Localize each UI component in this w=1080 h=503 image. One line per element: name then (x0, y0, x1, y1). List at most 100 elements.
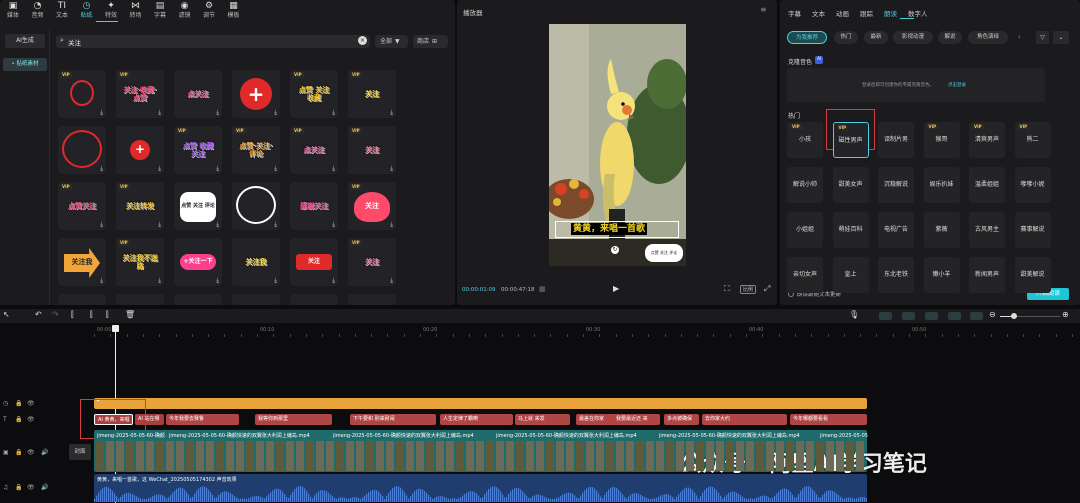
sticker-item[interactable]: ⤓ +关注一下 (174, 238, 222, 286)
voice-item[interactable]: VIP 小孩 (787, 122, 823, 158)
sticker-item[interactable]: ⤓ (232, 182, 280, 230)
download-icon[interactable]: ⤓ (216, 278, 219, 284)
store-button[interactable]: 商店 ⊞ (413, 35, 448, 48)
sticker-item[interactable] (116, 294, 164, 305)
download-icon[interactable]: ⤓ (216, 110, 219, 116)
delete-icon[interactable]: 🗑 (125, 310, 135, 319)
download-icon[interactable]: ⤓ (158, 278, 161, 284)
sticker-item[interactable]: ⤓ 关注我 (58, 238, 106, 286)
voice-item[interactable]: 甜美解说 (1014, 257, 1051, 293)
sticker-item[interactable]: VIP ⤓ 点赞 关注 收藏 (290, 70, 338, 118)
voice-item[interactable]: 译制片男 (878, 122, 914, 158)
sticker-item[interactable]: VIP ⤓ 点赞·关注·评论 (232, 126, 280, 174)
download-icon[interactable]: ⤓ (390, 278, 393, 284)
download-icon[interactable]: ⤓ (100, 222, 103, 228)
overlay-sticker[interactable]: 点赞 关注 评论 (645, 244, 683, 262)
download-icon[interactable]: ⤓ (274, 166, 277, 172)
caption-clip[interactable]: 今年我要去赛鲁 (166, 414, 239, 425)
fullscreen-icon[interactable]: ⤢ (764, 284, 770, 294)
voice-item[interactable]: 赛事解说 (1014, 212, 1051, 248)
track-lock-icon[interactable]: 🔒 (15, 416, 22, 423)
sticker-item[interactable] (174, 294, 222, 305)
toolbar-sticker-button[interactable]: ◷ 贴纸 (76, 2, 98, 19)
sticker-item[interactable]: VIP ⤓ 点赞 收藏 关注 (174, 126, 222, 174)
undo-icon[interactable]: ↶ (35, 310, 42, 319)
voice-item[interactable]: 电视广告 (878, 212, 914, 248)
sticker-item[interactable]: ⤓ + (232, 70, 280, 118)
download-icon[interactable]: ⤓ (390, 222, 393, 228)
voice-filter-chip[interactable]: 角色演绎 (968, 31, 1008, 44)
sticker-item[interactable] (348, 294, 396, 305)
link-main-icon[interactable] (879, 312, 892, 320)
voice-item[interactable]: 紫薇 (923, 212, 960, 248)
voice-item[interactable]: VIP 磁性男声 (832, 122, 869, 158)
zoom-in-icon[interactable]: ⊕ (1062, 310, 1069, 319)
voice-filter-chip[interactable]: 最新 (864, 31, 888, 44)
voice-filter-chip[interactable]: 影视动漫 (893, 31, 933, 44)
right-tab[interactable]: 跟踪 (860, 8, 873, 18)
voice-item[interactable]: 甜美女声 (832, 167, 869, 203)
filter-all-button[interactable]: 全部 ▼ (375, 35, 408, 48)
track-lock-icon[interactable]: 🔒 (15, 400, 22, 407)
toolbar-media-button[interactable]: ▣ 媒体 (2, 2, 24, 19)
zoom-out-icon[interactable]: ⊖ (989, 310, 996, 319)
timecode-icon[interactable]: ▦ (539, 285, 546, 293)
caption-clip[interactable]: AI 黄黄，来唱 (94, 414, 133, 425)
effect-clip[interactable] (94, 398, 867, 409)
player-menu-icon[interactable]: ≡ (760, 5, 767, 14)
download-icon[interactable]: ⤓ (332, 222, 335, 228)
download-icon[interactable]: ⤓ (390, 166, 393, 172)
toolbar-audio-button[interactable]: ◔ 音频 (27, 2, 49, 19)
sticker-item[interactable]: VIP ⤓ 关注转发 (116, 182, 164, 230)
cover-button[interactable]: 封面 (69, 444, 91, 460)
caption-clip[interactable]: 我要最近还 来 (613, 414, 660, 425)
sticker-item[interactable]: VIP ⤓ 关注·收藏·点赞 (116, 70, 164, 118)
sticker-item[interactable]: ⤓ 感谢关注 (290, 182, 338, 230)
download-icon[interactable]: ⤓ (158, 222, 161, 228)
voice-item[interactable]: 新闻男声 (969, 257, 1005, 293)
more-filters-icon[interactable]: › (1018, 33, 1021, 41)
caption-clip[interactable]: AI 站在哪 (135, 414, 164, 425)
mic-icon[interactable]: 🎙 (849, 310, 859, 319)
download-icon[interactable]: ⤓ (390, 110, 393, 116)
voice-item[interactable]: VIP 熊二 (1014, 122, 1051, 158)
voice-filter-chip[interactable]: 热门 (834, 31, 858, 44)
sticker-item[interactable]: ⤓ 关注我 (232, 238, 280, 286)
sticker-item[interactable]: VIP ⤓ 关注我不迷路 (116, 238, 164, 286)
voice-filter-chip[interactable]: 为我推荐 (787, 31, 827, 44)
toolbar-adjust-button[interactable]: ⚙ 调节 (198, 2, 220, 19)
caption-clip[interactable]: 多点被确保 (664, 414, 699, 425)
sticker-item[interactable]: VIP ⤓ (58, 70, 106, 118)
download-icon[interactable]: ⤓ (332, 110, 335, 116)
right-tab[interactable]: 文本 (812, 8, 825, 18)
voice-item[interactable]: 小姐姐 (787, 212, 823, 248)
filter-collapse[interactable]: ⌄ (1053, 31, 1069, 44)
voice-item[interactable]: 古风男主 (969, 212, 1005, 248)
sticker-item[interactable] (58, 294, 106, 305)
sticker-item[interactable] (290, 294, 338, 305)
sticker-item[interactable] (232, 294, 280, 305)
ratio-button[interactable]: 比例 (740, 285, 757, 294)
clear-search-icon[interactable]: × (358, 36, 367, 45)
download-icon[interactable]: ⤓ (274, 278, 277, 284)
track-lock-icon[interactable]: 🔒 (15, 484, 22, 491)
playhead-handle[interactable] (112, 325, 119, 332)
sticker-item[interactable]: ⤓ + (116, 126, 164, 174)
sticker-item[interactable]: ⤓ 点关注 (174, 70, 222, 118)
track-eye-icon[interactable]: 👁 (27, 416, 35, 423)
track-audio-icon[interactable]: 🔊 (41, 484, 48, 491)
fit-screen-icon[interactable]: ⛶ (724, 284, 730, 294)
sticker-item[interactable]: VIP ⤓ 点关注 (290, 126, 338, 174)
zoom-fit-icon[interactable] (970, 312, 983, 320)
download-icon[interactable]: ⤓ (158, 110, 161, 116)
right-tab[interactable]: 朗读 (884, 8, 897, 18)
voice-item[interactable]: 解说小帅 (787, 167, 823, 203)
sticker-item[interactable]: ⤓ 关注 (290, 238, 338, 286)
caption-clip[interactable]: 去你家大约 (702, 414, 787, 425)
voice-item[interactable]: 懒小羊 (923, 257, 960, 293)
split-left-icon[interactable]: ⫿ (90, 310, 93, 320)
track-eye-icon[interactable]: 👁 (27, 484, 35, 491)
link-preview-icon[interactable] (925, 312, 938, 320)
split-right-icon[interactable]: ⫿ (106, 310, 109, 320)
snap-icon[interactable] (948, 312, 961, 320)
